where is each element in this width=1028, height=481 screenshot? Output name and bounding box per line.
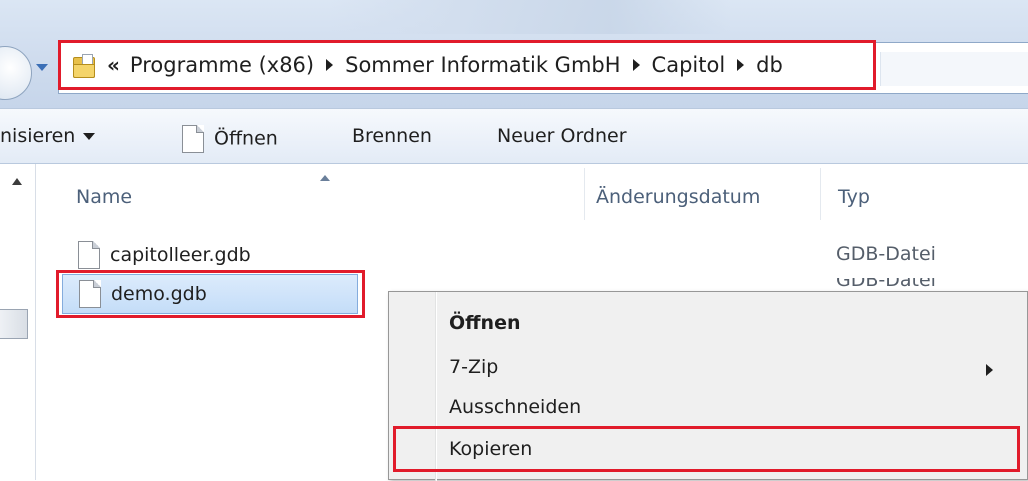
organize-label: nisieren [0, 125, 76, 147]
chevron-right-icon[interactable] [737, 59, 745, 71]
file-name: capitolleer.gdb [110, 244, 251, 266]
new-folder-button[interactable]: Neuer Ordner [497, 125, 627, 147]
breadcrumb-overflow-button[interactable]: « [107, 53, 120, 77]
chevron-right-icon[interactable] [326, 59, 334, 71]
column-header-date-modified[interactable]: Änderungsdatum [596, 186, 760, 208]
column-divider[interactable] [820, 168, 821, 220]
back-button[interactable] [0, 46, 32, 100]
scroll-up-arrow-icon[interactable] [12, 178, 22, 185]
file-icon [78, 241, 100, 269]
menu-item-open[interactable]: Öffnen [449, 312, 520, 334]
navigation-pane [0, 164, 36, 480]
file-type: GDB-Datei [836, 243, 936, 265]
file-type: GDB-Datei [836, 278, 936, 291]
annotation-highlight-box [56, 270, 365, 318]
chevron-down-icon [83, 133, 96, 140]
column-header-name[interactable]: Name [76, 186, 132, 208]
chevron-right-icon[interactable] [632, 59, 640, 71]
window-chrome-blur [330, 0, 730, 34]
folder-icon [73, 54, 97, 78]
navigation-scrollbar-thumb[interactable] [0, 309, 28, 339]
document-icon [182, 125, 204, 153]
column-divider[interactable] [584, 168, 585, 220]
search-box[interactable] [880, 52, 1028, 86]
breadcrumb-item-capitol[interactable]: Capitol [652, 53, 726, 77]
breadcrumb-item-db[interactable]: db [756, 53, 783, 77]
menu-item-7zip[interactable]: 7-Zip [449, 356, 498, 378]
submenu-arrow-icon [986, 364, 993, 376]
breadcrumb-item-sommer-informatik[interactable]: Sommer Informatik GmbH [345, 53, 620, 77]
open-button[interactable]: Öffnen [182, 125, 278, 153]
file-row[interactable]: capitolleer.gdb [62, 237, 362, 273]
annotation-highlight-box [393, 426, 1020, 472]
breadcrumb-item-programme[interactable]: Programme (x86) [130, 53, 314, 77]
burn-button[interactable]: Brennen [352, 125, 432, 147]
column-header-type[interactable]: Typ [838, 186, 870, 208]
open-label: Öffnen [214, 127, 278, 150]
organize-button[interactable]: nisieren [0, 125, 96, 147]
breadcrumb: « Programme (x86) Sommer Informatik GmbH… [58, 40, 876, 90]
recent-pages-dropdown-icon[interactable] [36, 64, 48, 71]
file-type-obscured: GDB-Datei [836, 278, 1006, 291]
menu-item-cut[interactable]: Ausschneiden [449, 396, 581, 418]
command-toolbar: nisieren Öffnen Brennen Neuer Ordner [0, 108, 1028, 164]
sort-ascending-icon [320, 175, 330, 181]
address-bar-area: « Programme (x86) Sommer Informatik GmbH… [0, 0, 1028, 108]
